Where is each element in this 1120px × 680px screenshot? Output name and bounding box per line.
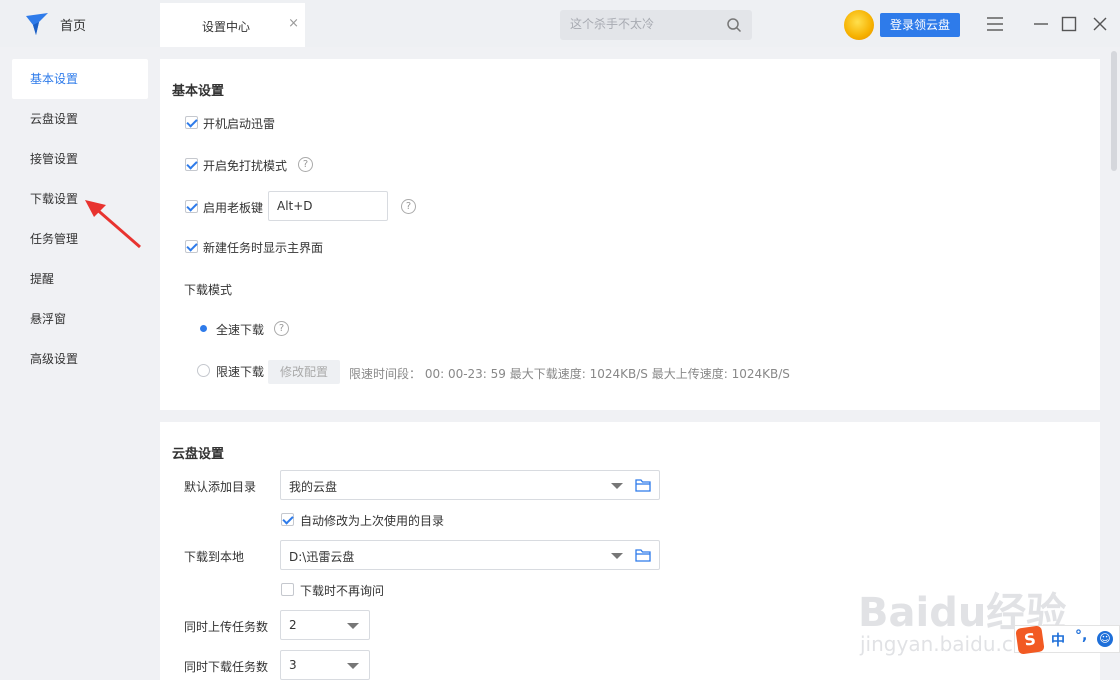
modify-config-button[interactable]: 修改配置: [268, 360, 340, 384]
search-box: [560, 10, 752, 40]
search-icon[interactable]: [726, 17, 742, 33]
xunlei-bird-logo-icon: [26, 13, 48, 35]
sidebar-item-reminder[interactable]: 提醒: [12, 259, 148, 299]
chevron-down-icon[interactable]: [347, 663, 359, 669]
full-speed-radio[interactable]: [197, 322, 210, 335]
boss-key-hotkey-field[interactable]: [268, 191, 388, 221]
maximize-icon[interactable]: [1059, 14, 1079, 34]
help-icon[interactable]: ?: [298, 157, 313, 172]
sidebar: 基本设置 云盘设置 接管设置 下载设置 任务管理 提醒 悬浮窗 高级设置: [0, 47, 160, 680]
ime-toolbar: S 中 °, ☺: [1014, 625, 1120, 655]
dnd-label: 开启免打扰模式: [203, 159, 288, 173]
full-speed-label: 全速下载: [216, 323, 265, 337]
local-dir-label: 下载到本地: [184, 550, 245, 564]
chevron-down-icon[interactable]: [611, 483, 623, 489]
limit-speed-label: 限速下载: [216, 365, 265, 379]
startup-checkbox[interactable]: [185, 116, 198, 129]
limit-speed-radio[interactable]: [197, 364, 210, 377]
section-title-cloud: 云盘设置: [172, 447, 225, 462]
annotation-arrow-icon: [85, 200, 141, 249]
tab-label: 设置中心: [202, 20, 251, 34]
help-icon[interactable]: ?: [401, 199, 416, 214]
local-dir-select[interactable]: D:\迅雷云盘: [280, 540, 660, 570]
boss-key-checkbox[interactable]: [185, 200, 198, 213]
window-close-icon[interactable]: [1090, 14, 1110, 34]
sidebar-item-takeover[interactable]: 接管设置: [12, 139, 148, 179]
sidebar-item-advanced[interactable]: 高级设置: [12, 339, 148, 379]
sidebar-item-basic[interactable]: 基本设置: [12, 59, 148, 99]
chevron-down-icon[interactable]: [347, 623, 359, 629]
home-label: 首页: [60, 19, 87, 34]
auto-modify-checkbox[interactable]: [281, 513, 294, 526]
ime-language-toggle[interactable]: 中: [1051, 630, 1065, 650]
folder-icon[interactable]: [635, 478, 651, 492]
help-icon[interactable]: ?: [274, 321, 289, 336]
default-dir-select[interactable]: 我的云盘: [280, 470, 660, 500]
close-icon[interactable]: ×: [288, 16, 299, 31]
sidebar-item-floating-window[interactable]: 悬浮窗: [12, 299, 148, 339]
default-dir-label: 默认添加目录: [184, 480, 257, 494]
scrollbar[interactable]: [1108, 47, 1120, 680]
no-ask-checkbox[interactable]: [281, 583, 294, 596]
search-input[interactable]: [570, 17, 720, 31]
upload-count-select[interactable]: 2: [280, 610, 370, 640]
avatar[interactable]: [844, 10, 874, 40]
upload-count-label: 同时上传任务数: [184, 620, 269, 634]
login-button[interactable]: 登录领云盘: [880, 13, 960, 37]
sidebar-item-cloud[interactable]: 云盘设置: [12, 99, 148, 139]
dnd-checkbox[interactable]: [185, 158, 198, 171]
local-dir-value: D:\迅雷云盘: [289, 550, 355, 564]
basic-settings-panel: 基本设置 开机启动迅雷 开启免打扰模式 ? 启用老板键 ? 新建任务时显示主界面…: [160, 59, 1100, 410]
upload-count-value: 2: [289, 618, 297, 632]
title-bar: 首页 设置中心 × 登录领云盘: [0, 0, 1120, 47]
tab-settings-center[interactable]: 设置中心 ×: [160, 3, 305, 47]
sogou-logo-icon[interactable]: S: [1015, 625, 1045, 655]
emoji-icon[interactable]: ☺: [1097, 631, 1113, 647]
folder-icon[interactable]: [635, 548, 651, 562]
minimize-icon[interactable]: [1031, 14, 1051, 34]
show-main-checkbox[interactable]: [185, 240, 198, 253]
section-title-basic: 基本设置: [172, 84, 225, 99]
download-count-select[interactable]: 3: [280, 650, 370, 680]
download-count-value: 3: [289, 658, 297, 672]
chevron-down-icon[interactable]: [611, 553, 623, 559]
startup-label: 开机启动迅雷: [203, 117, 276, 131]
boss-key-label: 启用老板键: [203, 201, 264, 215]
download-mode-title: 下载模式: [184, 283, 233, 297]
default-dir-value: 我的云盘: [289, 480, 338, 494]
no-ask-label: 下载时不再询问: [300, 584, 385, 598]
show-main-label: 新建任务时显示主界面: [203, 241, 324, 255]
scrollbar-thumb[interactable]: [1111, 51, 1117, 171]
auto-modify-label: 自动修改为上次使用的目录: [300, 514, 445, 528]
download-count-label: 同时下载任务数: [184, 660, 269, 674]
limit-info-text: 限速时间段： 00: 00-23: 59 最大下载速度: 1024KB/S 最大…: [349, 367, 790, 381]
ime-punctuation-toggle[interactable]: °,: [1075, 628, 1087, 644]
menu-icon[interactable]: [985, 14, 1005, 34]
home-tab[interactable]: 首页: [0, 0, 160, 47]
